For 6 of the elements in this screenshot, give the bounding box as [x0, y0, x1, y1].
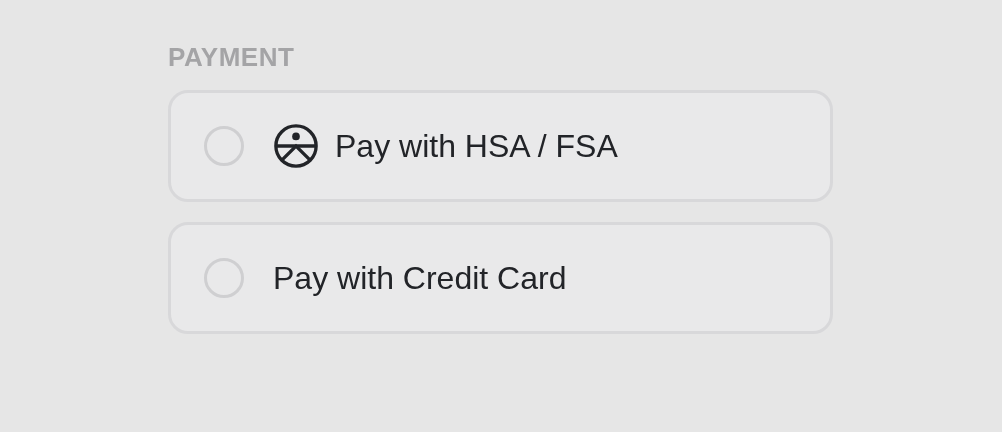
person-circle-icon	[273, 123, 319, 169]
section-label: PAYMENT	[168, 41, 295, 74]
radio-button[interactable]	[204, 126, 244, 166]
payment-option[interactable]: Pay with HSA / FSA	[168, 90, 833, 202]
radio-button[interactable]	[204, 258, 244, 298]
payment-option[interactable]: Pay with Credit Card	[168, 222, 833, 334]
